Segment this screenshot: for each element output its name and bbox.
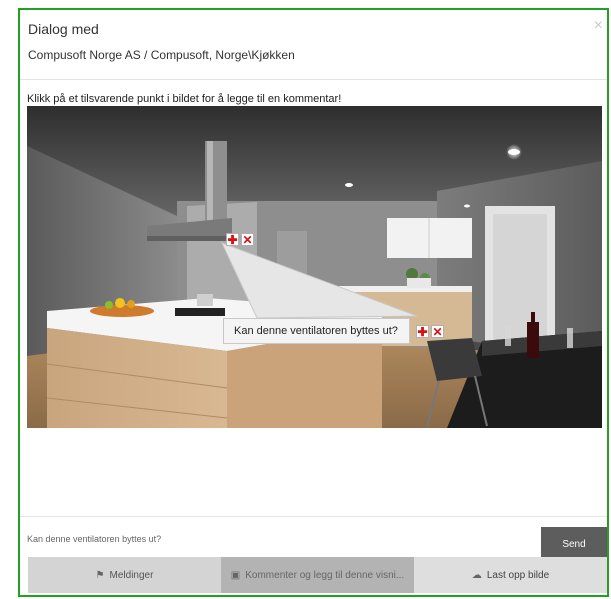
add-point-marker[interactable]: ✚ — [416, 325, 429, 338]
dialog-subtitle: Compusoft Norge AS / Compusoft, Norge\Kj… — [28, 48, 295, 62]
tab-messages-label: Meldinger — [109, 569, 154, 581]
cloud-upload-icon: ☁ — [471, 569, 482, 581]
comment-input[interactable] — [27, 524, 527, 554]
add-point-marker[interactable]: ✚ — [226, 233, 239, 246]
delete-point-marker[interactable]: ✕ — [431, 325, 444, 338]
header-divider — [20, 79, 607, 80]
delete-point-marker[interactable]: ✕ — [241, 233, 254, 246]
kitchen-image[interactable]: ✚ ✕ ✚ ✕ — [27, 106, 602, 428]
tab-messages[interactable]: ⚑ Meldinger — [28, 557, 221, 593]
image-icon: ▣ — [230, 569, 241, 581]
comment-callout: Kan denne ventilatoren byttes ut? — [223, 318, 410, 344]
close-icon[interactable]: × — [594, 18, 603, 34]
dialog-title: Dialog med — [28, 21, 99, 37]
tab-upload-image-label: Last opp bilde — [486, 569, 550, 581]
comment-divider — [20, 516, 607, 517]
bottom-tab-bar: ⚑ Meldinger ▣ Kommenter og legg til denn… — [28, 557, 607, 593]
instruction-text: Klikk på et tilsvarende punkt i bildet f… — [27, 93, 342, 105]
tab-comment-view[interactable]: ▣ Kommenter og legg til denne visni... — [221, 557, 414, 593]
flag-icon: ⚑ — [95, 569, 105, 581]
tab-upload-image[interactable]: ☁ Last opp bilde — [414, 557, 607, 593]
kitchen-render-graphic — [27, 106, 602, 428]
dialog-window: × Dialog med Compusoft Norge AS / Compus… — [18, 8, 609, 597]
tab-comment-view-label: Kommenter og legg til denne visni... — [245, 569, 405, 581]
